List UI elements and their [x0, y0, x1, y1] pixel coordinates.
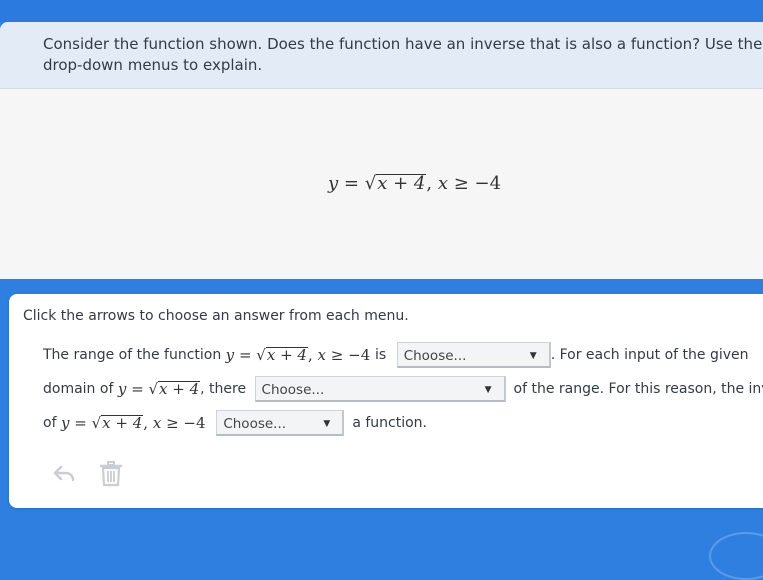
answer-panel: Click the arrows to choose an answer fro… — [9, 294, 763, 508]
corner-decoration — [709, 532, 763, 580]
prompt-line-2: drop-down menus to explain. — [43, 55, 763, 76]
question-panel: Consider the function shown. Does the fu… — [0, 22, 763, 279]
inline-equation: y = √x + 4 — [118, 380, 200, 398]
trash-icon — [100, 461, 122, 487]
top-band — [0, 0, 763, 22]
prompt-line-1: Consider the function shown. Does the fu… — [43, 34, 763, 55]
answer-line-3: of y = √x + 4, x ≥ −4 Choose... ▼ a func… — [43, 409, 427, 437]
delete-button[interactable] — [97, 460, 125, 488]
inputs-dropdown[interactable]: Choose... ▼ — [255, 376, 506, 402]
undo-arrow-icon — [52, 464, 76, 484]
answer-instruction: Click the arrows to choose an answer fro… — [23, 308, 409, 324]
inline-equation: y = √x + 4, x ≥ −4 — [61, 414, 210, 432]
answer-line-2: domain of y = √x + 4, there Choose... ▼ … — [43, 375, 763, 403]
inverse-dropdown[interactable]: Choose... ▼ — [216, 410, 344, 436]
inline-equation: y = √x + 4, x ≥ −4 — [226, 346, 375, 364]
undo-button[interactable] — [50, 460, 78, 488]
dropdown-arrow-icon: ▼ — [485, 377, 492, 403]
square-root: √x + 4 — [365, 173, 427, 194]
dropdown-arrow-icon: ▼ — [530, 343, 537, 369]
range-dropdown[interactable]: Choose... ▼ — [397, 342, 551, 368]
prompt-bar: Consider the function shown. Does the fu… — [0, 22, 763, 89]
dropdown-arrow-icon: ▼ — [323, 411, 330, 437]
function-equation: y = √x + 4, x ≥ −4 — [328, 173, 501, 194]
equation-area: y = √x + 4, x ≥ −4 — [0, 89, 763, 279]
answer-line-1: The range of the function y = √x + 4, x … — [43, 341, 749, 369]
question-prompt: Consider the function shown. Does the fu… — [43, 34, 763, 76]
